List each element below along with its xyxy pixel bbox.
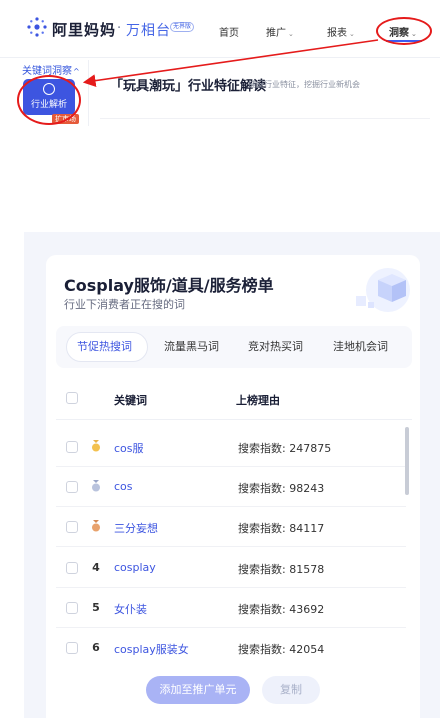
add-to-unit-button[interactable]: 添加至推广单元 <box>146 676 250 704</box>
divider <box>100 118 430 119</box>
chevron-down-icon: ⌄ <box>349 30 355 38</box>
search-index: 搜索指数: 247875 <box>238 442 332 455</box>
column-header-reason: 上榜理由 <box>236 394 280 407</box>
rank-number: 4 <box>92 561 100 574</box>
keyword-link[interactable]: cos服 <box>114 440 144 456</box>
card-title: Cosplay服饰/道具/服务榜单 <box>64 276 274 295</box>
alimama-logo-icon[interactable] <box>26 16 48 38</box>
search-index: 搜索指数: 98243 <box>238 482 325 495</box>
column-header-keyword: 关键词 <box>114 394 147 407</box>
tab-holiday-hot[interactable]: 节促热搜词 <box>77 338 132 354</box>
chevron-up-icon: ^ <box>73 67 80 76</box>
nav-home[interactable]: 首页 <box>219 24 239 39</box>
row-divider <box>56 587 406 588</box>
silver-medal-icon <box>92 480 100 492</box>
search-index: 搜索指数: 81578 <box>238 563 325 576</box>
row-checkbox[interactable] <box>66 521 78 533</box>
row-divider <box>56 466 406 467</box>
product-name: 万相台 <box>126 23 171 39</box>
row-checkbox[interactable] <box>66 441 78 453</box>
divider <box>88 60 89 126</box>
tab-competitor-hot[interactable]: 竞对热买词 <box>248 338 303 354</box>
row-checkbox[interactable] <box>66 602 78 614</box>
search-index: 搜索指数: 42054 <box>238 643 325 656</box>
annotation-circle-nav <box>376 17 432 45</box>
bronze-medal-icon <box>92 520 100 532</box>
nav-home-label: 首页 <box>219 28 239 39</box>
chevron-down-icon: ⌄ <box>288 30 294 38</box>
keyword-link[interactable]: cosplay <box>114 561 156 574</box>
table-header <box>56 378 412 420</box>
rank-number: 6 <box>92 641 100 654</box>
page-title: 「玩具潮玩」行业特征解读 <box>110 79 267 94</box>
page-description: 捕捉行业特征，挖掘行业新机会 <box>248 80 360 89</box>
nav-reports[interactable]: 报表 ⌄ <box>327 24 355 39</box>
select-all-checkbox[interactable] <box>66 392 78 404</box>
keyword-link[interactable]: 三分妄想 <box>114 520 158 536</box>
keyword-link[interactable]: cos <box>114 480 133 493</box>
edition-badge: 无界版 <box>170 22 195 32</box>
screenshot: 阿里妈妈 · 万相台 无界版 首页 推广 ⌄ 报表 ⌄ 洞察 ⌄ 关键词洞察^ 行业解… <box>0 0 440 718</box>
card-subtitle: 行业下消费者正在搜的词 <box>64 298 185 311</box>
keyword-link[interactable]: 女仆装 <box>114 601 147 617</box>
gold-medal-icon <box>92 440 100 452</box>
nav-promotion-label: 推广 <box>266 28 286 39</box>
row-divider <box>56 506 406 507</box>
rank-number: 5 <box>92 601 100 614</box>
tab-traffic-darkhorse[interactable]: 流量黑马词 <box>164 338 219 354</box>
brand-name: 阿里妈妈 <box>52 21 117 39</box>
nav-reports-label: 报表 <box>327 28 347 39</box>
row-checkbox[interactable] <box>66 642 78 654</box>
copy-button[interactable]: 复制 <box>262 676 320 704</box>
row-divider <box>56 546 406 547</box>
brand-separator: · <box>117 21 122 36</box>
annotation-circle-sidebar <box>17 75 81 125</box>
nav-promotion[interactable]: 推广 ⌄ <box>266 24 294 39</box>
search-index: 搜索指数: 84117 <box>238 522 325 535</box>
cube-illustration-icon <box>356 268 410 312</box>
row-divider <box>56 627 406 628</box>
keyword-link[interactable]: cosplay服装女 <box>114 641 189 657</box>
row-checkbox[interactable] <box>66 481 78 493</box>
search-index: 搜索指数: 43692 <box>238 603 325 616</box>
row-checkbox[interactable] <box>66 562 78 574</box>
tab-opportunity[interactable]: 洼地机会词 <box>333 338 388 354</box>
table-scrollbar[interactable] <box>405 427 409 495</box>
